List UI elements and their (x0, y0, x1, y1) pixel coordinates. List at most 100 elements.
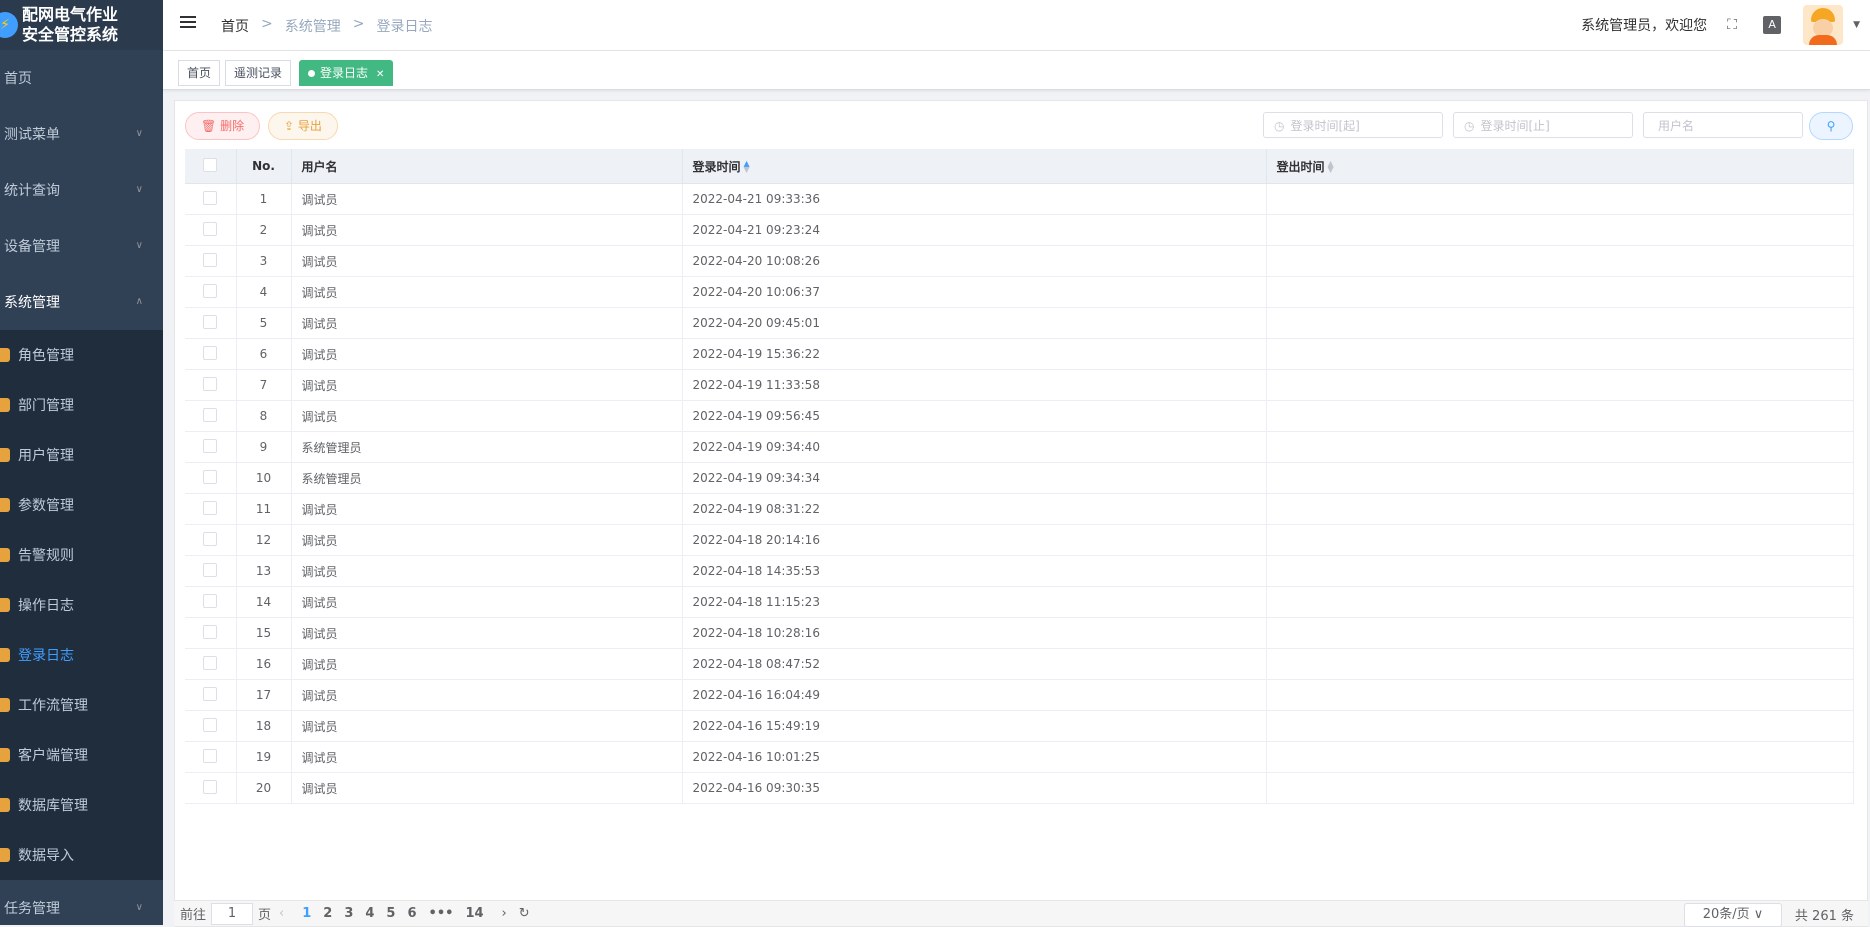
page-number[interactable]: ••• (429, 906, 454, 921)
sidebar-item-roles[interactable]: 角色管理 (0, 330, 163, 380)
row-checkbox[interactable] (185, 648, 237, 680)
row-checkbox[interactable] (185, 772, 237, 804)
sort-icon[interactable]: ▲ ▼ (744, 160, 750, 174)
export-button[interactable]: ⇪ 导出 (268, 112, 338, 140)
table-row[interactable]: 16 调试员 2022-04-18 08:47:52 (185, 648, 1854, 680)
row-checkbox[interactable] (185, 307, 237, 339)
select-all-checkbox[interactable] (185, 149, 237, 184)
table-row[interactable]: 1 调试员 2022-04-21 09:33:36 (185, 183, 1854, 215)
hamburger-icon[interactable] (180, 16, 196, 30)
row-logout-time (1266, 338, 1854, 370)
login-end-input[interactable]: ◷ 登录时间[止] (1453, 112, 1633, 138)
tab-home[interactable]: 首页 (178, 60, 221, 86)
sidebar-item-alarm-rules[interactable]: 告警规则 (0, 530, 163, 580)
sidebar-item-system[interactable]: 系统管理 ∧ (0, 274, 163, 330)
table-row[interactable]: 14 调试员 2022-04-18 11:15:23 (185, 586, 1854, 618)
table-row[interactable]: 8 调试员 2022-04-19 09:56:45 (185, 400, 1854, 432)
row-checkbox[interactable] (185, 400, 237, 432)
page-number[interactable]: 3 (344, 906, 353, 921)
col-login-time[interactable]: 登录时间 ▲ ▼ (682, 149, 1267, 184)
breadcrumb-home[interactable]: 首页 (221, 16, 249, 36)
row-checkbox[interactable] (185, 462, 237, 494)
page-number[interactable]: 4 (365, 906, 374, 921)
page-number[interactable]: 1 (302, 906, 311, 921)
caret-down-icon[interactable]: ▼ (1853, 20, 1860, 30)
row-checkbox[interactable] (185, 555, 237, 587)
sidebar-item-devices[interactable]: 设备管理 ∨ (0, 218, 163, 274)
table-row[interactable]: 10 系统管理员 2022-04-19 09:34:34 (185, 462, 1854, 494)
sidebar-item-operation-log[interactable]: 操作日志 (0, 580, 163, 630)
row-checkbox[interactable] (185, 369, 237, 401)
row-checkbox[interactable] (185, 524, 237, 556)
page-number[interactable]: 5 (386, 906, 395, 921)
language-icon[interactable]: A (1763, 16, 1782, 34)
row-no: 18 (236, 710, 292, 742)
row-checkbox[interactable] (185, 679, 237, 711)
table-row[interactable]: 15 调试员 2022-04-18 10:28:16 (185, 617, 1854, 649)
username-input[interactable]: 用户名 (1643, 112, 1803, 138)
sidebar-item-data-import[interactable]: 数据导入 (0, 830, 163, 880)
row-checkbox[interactable] (185, 338, 237, 370)
sidebar-item-login-log[interactable]: 登录日志 (0, 630, 163, 680)
table-row[interactable]: 5 调试员 2022-04-20 09:45:01 (185, 307, 1854, 339)
page-number[interactable]: 14 (465, 906, 483, 921)
sidebar-item-statistics[interactable]: 统计查询 ∨ (0, 162, 163, 218)
page-number[interactable]: 6 (407, 906, 416, 921)
table-row[interactable]: 7 调试员 2022-04-19 11:33:58 (185, 369, 1854, 401)
chevron-up-icon: ∧ (135, 296, 143, 307)
table-row[interactable]: 13 调试员 2022-04-18 14:35:53 (185, 555, 1854, 587)
table-row[interactable]: 3 调试员 2022-04-20 10:08:26 (185, 245, 1854, 277)
table-row[interactable]: 17 调试员 2022-04-16 16:04:49 (185, 679, 1854, 711)
row-checkbox[interactable] (185, 586, 237, 618)
table-row[interactable]: 6 调试员 2022-04-19 15:36:22 (185, 338, 1854, 370)
table-row[interactable]: 20 调试员 2022-04-16 09:30:35 (185, 772, 1854, 804)
close-icon[interactable]: ✕ (376, 69, 384, 80)
table-row[interactable]: 19 调试员 2022-04-16 10:01:25 (185, 741, 1854, 773)
row-checkbox[interactable] (185, 276, 237, 308)
row-checkbox[interactable] (185, 245, 237, 277)
goto-page-input[interactable]: 1 (211, 902, 254, 925)
table-row[interactable]: 9 系统管理员 2022-04-19 09:34:40 (185, 431, 1854, 463)
sidebar-item-clients[interactable]: 客户端管理 (0, 730, 163, 780)
sidebar-item-departments[interactable]: 部门管理 (0, 380, 163, 430)
row-checkbox[interactable] (185, 183, 237, 215)
row-username: 调试员 (291, 555, 683, 587)
table-row[interactable]: 4 调试员 2022-04-20 10:06:37 (185, 276, 1854, 308)
delete-button[interactable]: 🗑 删除 (185, 112, 261, 140)
table-row[interactable]: 12 调试员 2022-04-18 20:14:16 (185, 524, 1854, 556)
row-no: 1 (236, 183, 292, 215)
row-checkbox[interactable] (185, 493, 237, 525)
fullscreen-icon[interactable]: ⛶ (1723, 16, 1741, 34)
sidebar-item-database[interactable]: 数据库管理 (0, 780, 163, 830)
col-logout-time[interactable]: 登出时间 ▲ ▼ (1266, 149, 1854, 184)
row-logout-time (1266, 555, 1854, 587)
app-logo: ⚡ 配网电气作业 安全管控系统 (0, 0, 163, 50)
row-checkbox[interactable] (185, 741, 237, 773)
row-checkbox[interactable] (185, 710, 237, 742)
row-login-time: 2022-04-16 09:30:35 (682, 772, 1267, 804)
refresh-icon[interactable]: ↻ (519, 906, 530, 921)
sidebar-item-params[interactable]: 参数管理 (0, 480, 163, 530)
table-row[interactable]: 18 调试员 2022-04-16 15:49:19 (185, 710, 1854, 742)
page-size-select[interactable]: 20条/页 ∨ (1684, 903, 1782, 927)
sidebar-item-users[interactable]: 用户管理 (0, 430, 163, 480)
table-row[interactable]: 2 调试员 2022-04-21 09:23:24 (185, 214, 1854, 246)
login-start-input[interactable]: ◷ 登录时间[起] (1263, 112, 1443, 138)
search-button[interactable]: ⚲ (1809, 112, 1853, 140)
row-checkbox[interactable] (185, 214, 237, 246)
sidebar-item-home[interactable]: 首页 (0, 50, 163, 106)
tab-telemetry[interactable]: 遥测记录 (225, 60, 292, 86)
tab-login-log[interactable]: 登录日志 ✕ (299, 60, 394, 86)
row-login-time: 2022-04-18 14:35:53 (682, 555, 1267, 587)
row-checkbox[interactable] (185, 431, 237, 463)
next-page-icon[interactable]: › (502, 906, 507, 921)
page-number[interactable]: 2 (323, 906, 332, 921)
sidebar-item-tasks[interactable]: 任务管理 ∨ (0, 880, 163, 925)
sidebar-item-workflow[interactable]: 工作流管理 (0, 680, 163, 730)
table-row[interactable]: 11 调试员 2022-04-19 08:31:22 (185, 493, 1854, 525)
avatar[interactable] (1803, 5, 1844, 45)
sort-icon[interactable]: ▲ ▼ (1328, 160, 1334, 174)
row-checkbox[interactable] (185, 617, 237, 649)
sidebar-item-test-menu[interactable]: 测试菜单 ∨ (0, 106, 163, 162)
prev-page-icon[interactable]: ‹ (279, 906, 284, 921)
